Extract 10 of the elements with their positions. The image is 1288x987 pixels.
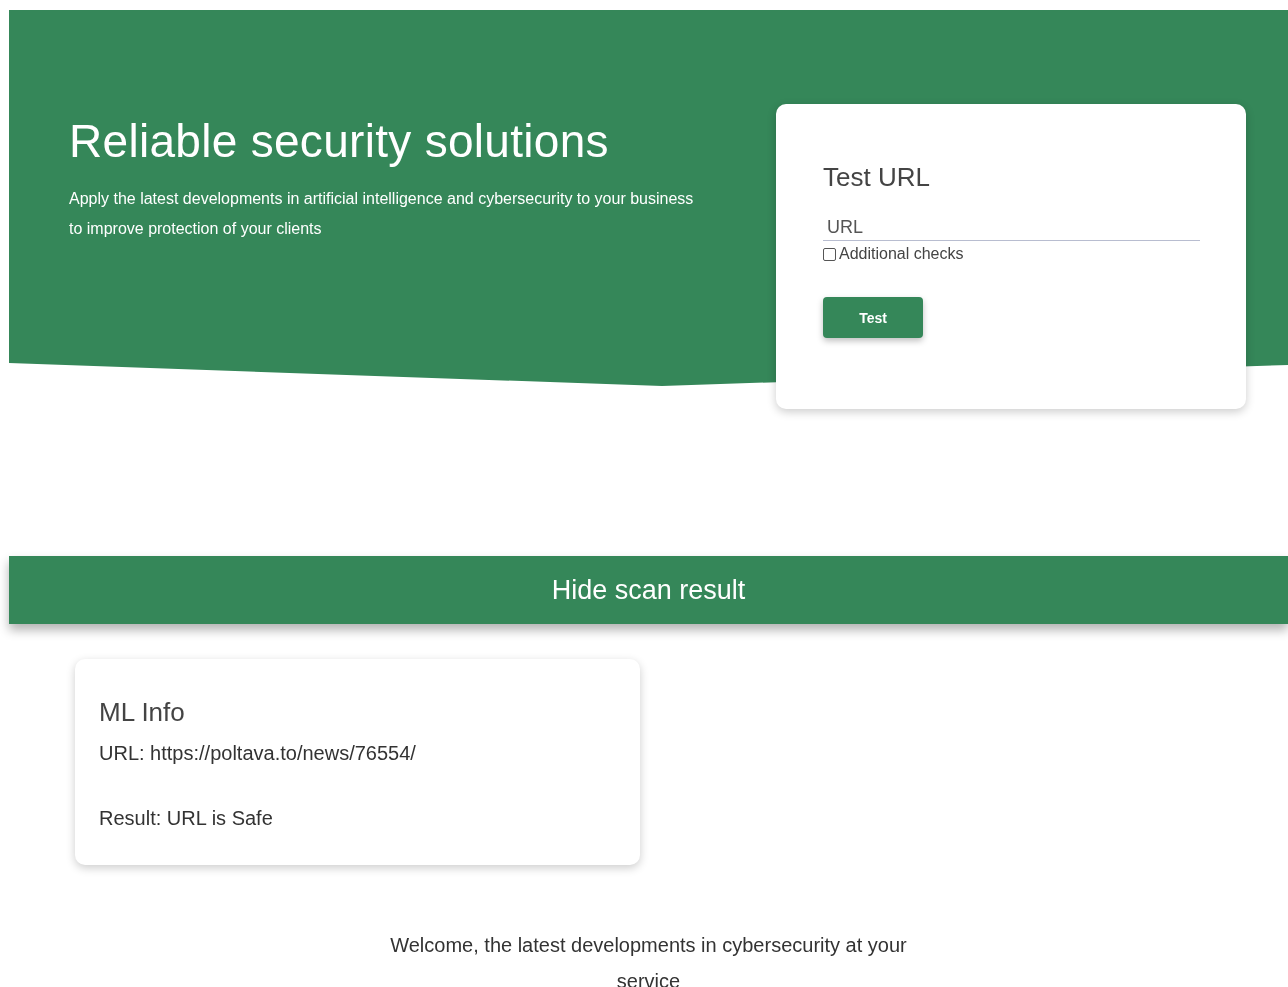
result-text: Result: URL is Safe — [99, 807, 274, 830]
card-title: ML Info — [99, 697, 186, 728]
hero-title: Reliable security solutions — [69, 114, 610, 168]
checkbox-label: Additional checks — [839, 245, 964, 263]
scan-result-toggle[interactable]: Hide scan result — [9, 556, 1288, 624]
card-title: Test URL — [823, 162, 931, 193]
additional-checks-checkbox[interactable] — [823, 247, 836, 261]
hero-subtitle: Apply the latest developments in artificial intelligence and cybersecurity to your business to improve protection of your clients — [69, 189, 695, 239]
test-button[interactable]: Test — [823, 297, 923, 338]
url-text: URL: https://poltava.to/news/76554/ — [99, 742, 417, 765]
